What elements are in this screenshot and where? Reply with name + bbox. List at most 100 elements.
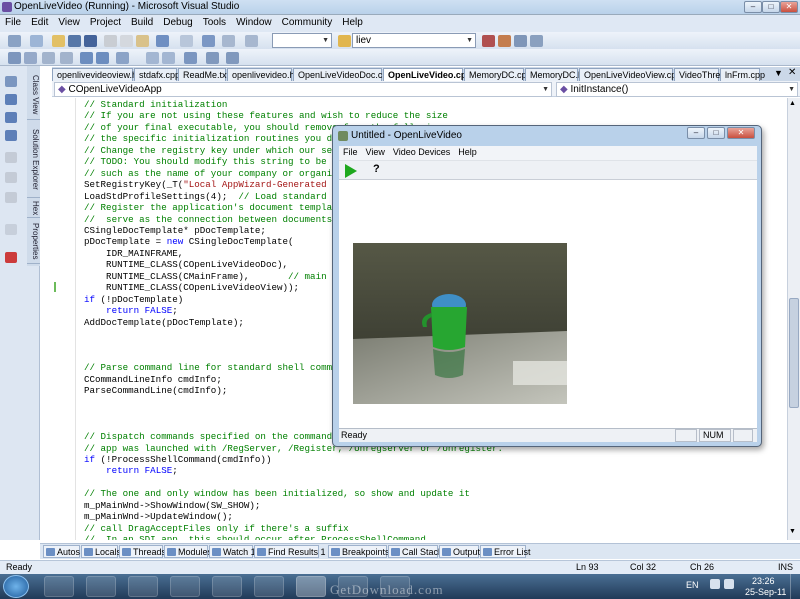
hex-display-icon[interactable]	[5, 152, 17, 163]
tab-list-icon[interactable]: ▼	[774, 68, 783, 78]
menu-tools[interactable]: Tools	[198, 15, 231, 28]
bookmark-icon[interactable]	[116, 52, 129, 64]
scroll-thumb[interactable]	[789, 298, 799, 408]
bookmark-clear-icon[interactable]	[206, 52, 219, 64]
tab-class-view[interactable]: Class View	[27, 70, 40, 120]
olv-menu-help[interactable]: Help	[454, 146, 481, 157]
breakpoint-icon[interactable]	[5, 252, 17, 263]
tab-solution-explorer[interactable]: Solution Explorer	[27, 122, 40, 198]
find-combo[interactable]: liev ▼	[352, 33, 476, 48]
scroll-up-icon[interactable]: ▲	[789, 100, 796, 107]
code-line[interactable]: m_pMainWnd->ShowWindow(SW_SHOW);	[84, 500, 260, 511]
debug-location-icon[interactable]	[5, 76, 17, 87]
code-line[interactable]: AddDocTemplate(pDocTemplate);	[84, 317, 244, 328]
bookmark-next-icon[interactable]	[162, 52, 175, 64]
code-line[interactable]: // call DragAcceptFiles only if there's …	[84, 523, 349, 534]
olv-maximize-button[interactable]: □	[707, 127, 725, 139]
doc-tab-stdafx-cpp[interactable]: stdafx.cpp	[134, 68, 180, 81]
code-line[interactable]: // Standard initialization	[84, 99, 227, 110]
media-player-icon[interactable]	[44, 576, 74, 597]
object-browser-icon[interactable]	[514, 35, 527, 47]
minimize-button[interactable]: –	[744, 1, 762, 13]
menu-project[interactable]: Project	[85, 15, 126, 28]
navigate-backward-icon[interactable]	[202, 35, 215, 47]
properties-icon[interactable]	[498, 35, 511, 47]
step-over-icon[interactable]	[5, 112, 17, 123]
olv-minimize-button[interactable]: –	[687, 127, 705, 139]
doc-tab-memorydc-cpp[interactable]: MemoryDC.cpp	[464, 68, 532, 81]
disassembly-icon[interactable]	[5, 224, 17, 235]
tab-output[interactable]: Output	[439, 545, 480, 558]
new-project-icon[interactable]	[8, 35, 21, 47]
tab-locals[interactable]: Locals	[81, 545, 121, 558]
about-icon[interactable]: ?	[373, 163, 380, 175]
doc-tab-readme-txt[interactable]: ReadMe.txt	[178, 68, 229, 81]
visual-studio-taskbar-icon[interactable]	[128, 576, 158, 597]
code-line[interactable]: // The one and only window has been init…	[84, 488, 470, 499]
close-button[interactable]: ✕	[780, 1, 798, 13]
olv-menu-file[interactable]: File	[339, 146, 362, 157]
menu-debug[interactable]: Debug	[158, 15, 197, 28]
menu-window[interactable]: Window	[231, 15, 277, 28]
start-button[interactable]	[3, 575, 29, 598]
code-line[interactable]: if (!ProcessShellCommand(cmdInfo))	[84, 454, 271, 465]
play-icon[interactable]	[345, 164, 357, 178]
internet-explorer-icon[interactable]	[86, 576, 116, 597]
menu-edit[interactable]: Edit	[26, 15, 53, 28]
code-line[interactable]: if (!pDocTemplate)	[84, 294, 183, 305]
doc-tab-openlivevideodoc-cpp[interactable]: OpenLiveVideoDoc.cpp	[293, 68, 392, 81]
code-line[interactable]: IDR_MAINFRAME,	[84, 248, 183, 259]
code-line[interactable]: CSingleDocTemplate* pDocTemplate;	[84, 225, 266, 236]
tab-autos[interactable]: Autos	[43, 545, 80, 558]
openlivevideo-window[interactable]: Untitled - OpenLiveVideo – □ ✕ File View V…	[332, 125, 762, 447]
show-next-statement-icon[interactable]	[5, 172, 17, 183]
toolbox-icon[interactable]	[530, 35, 543, 47]
step-out-icon[interactable]	[5, 130, 17, 141]
maximize-button[interactable]: □	[762, 1, 780, 13]
tab-call-stack[interactable]: Call Stack	[388, 545, 443, 558]
tab-error-list[interactable]: Error List	[480, 545, 531, 558]
language-indicator[interactable]: EN	[686, 580, 699, 590]
breakpoint-window-icon[interactable]	[5, 192, 17, 203]
menu-view[interactable]: View	[53, 15, 85, 28]
debug-toolbar-icon[interactable]	[8, 52, 21, 64]
step-into-icon[interactable]	[5, 94, 17, 105]
clock-time[interactable]: 23:26	[752, 576, 775, 586]
tab-breakpoints[interactable]: Breakpoints	[328, 545, 390, 558]
undo-icon[interactable]	[156, 35, 169, 47]
code-line[interactable]: CCommandLineInfo cmdInfo;	[84, 374, 222, 385]
clock-date[interactable]: 25-Sep-11	[745, 587, 786, 597]
tab-properties[interactable]: Properties	[27, 220, 40, 264]
tab-threads[interactable]: Threads	[119, 545, 166, 558]
save-icon[interactable]	[68, 35, 81, 47]
menu-build[interactable]: Build	[126, 15, 158, 28]
code-line[interactable]: RUNTIME_CLASS(COpenLiveVideoDoc),	[84, 259, 288, 270]
copy-icon[interactable]	[120, 35, 133, 47]
code-line[interactable]: m_pMainWnd->UpdateWindow();	[84, 511, 233, 522]
menu-community[interactable]: Community	[277, 15, 338, 28]
scroll-down-icon[interactable]: ▼	[789, 528, 796, 535]
volume-icon[interactable]	[724, 579, 734, 589]
close-doc-icon[interactable]: ✕	[788, 67, 796, 78]
firefox-icon[interactable]	[170, 576, 200, 597]
class-scope-combo[interactable]: ◆ COpenLiveVideoApp ▼	[54, 82, 552, 97]
doc-tab-openlivevideo-h[interactable]: openlivevideo.h	[227, 68, 295, 81]
tab-find-results-1[interactable]: Find Results 1	[254, 545, 326, 558]
step-icon[interactable]	[245, 35, 258, 47]
skype-icon[interactable]	[254, 576, 284, 597]
indent-icon[interactable]	[42, 52, 55, 64]
redo-icon[interactable]	[180, 35, 193, 47]
olv-close-button[interactable]: ✕	[727, 127, 755, 139]
add-item-icon[interactable]	[30, 35, 43, 47]
doc-tab-memorydc-h[interactable]: MemoryDC.h	[525, 68, 583, 81]
find-in-files-icon[interactable]	[338, 35, 351, 47]
outdent-icon[interactable]	[60, 52, 73, 64]
save-all-icon[interactable]	[84, 35, 97, 47]
code-line[interactable]: // In an SDI app, this should occur afte…	[84, 534, 426, 540]
navigate-forward-icon[interactable]	[222, 35, 235, 47]
member-scope-combo[interactable]: ◆ InitInstance() ▼	[556, 82, 798, 97]
menu-file[interactable]: File	[0, 15, 26, 28]
tab-watch-1[interactable]: Watch 1	[209, 545, 256, 558]
comment-icon[interactable]	[80, 52, 93, 64]
code-line[interactable]: ParseCommandLine(cmdInfo);	[84, 385, 227, 396]
